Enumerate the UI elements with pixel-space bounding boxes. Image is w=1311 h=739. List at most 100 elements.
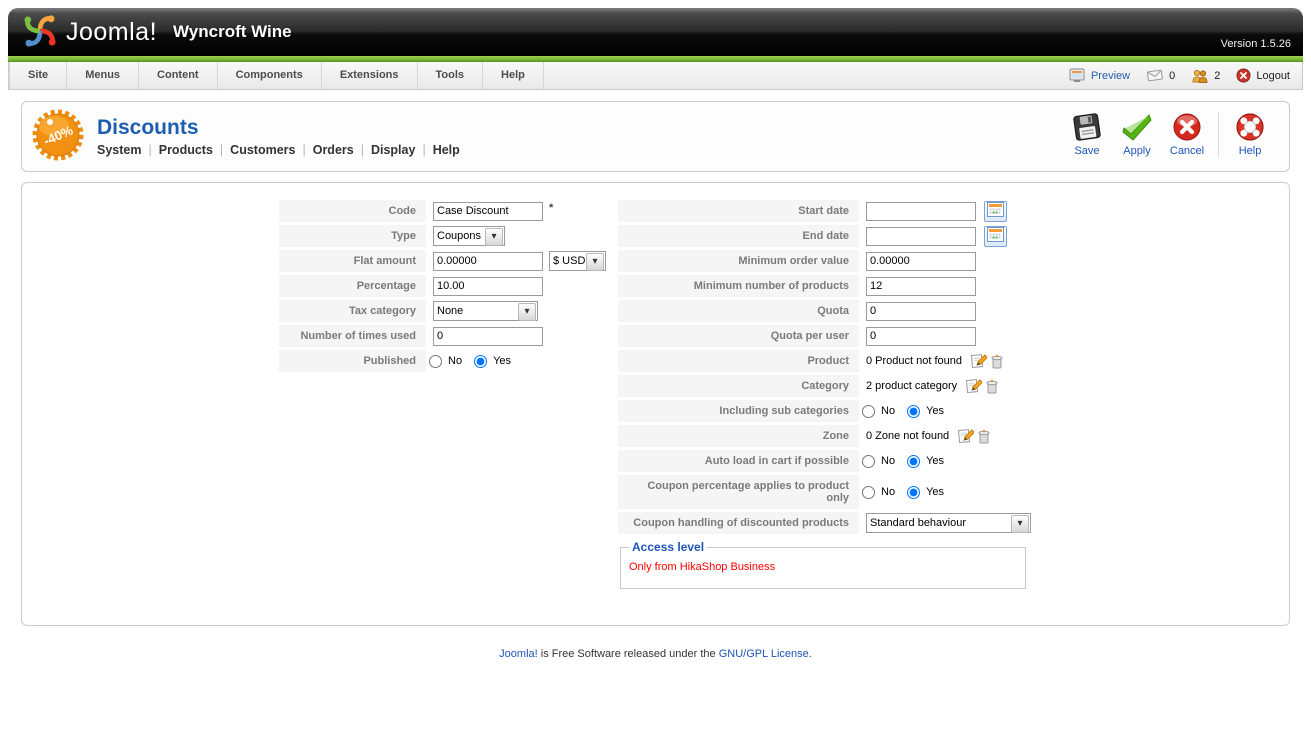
zone-delete-button[interactable] (978, 429, 990, 444)
menu-tools[interactable]: Tools (418, 62, 484, 89)
product-edit-button[interactable] (970, 353, 988, 369)
coupon-handling-select[interactable]: Standard behaviour (867, 514, 1030, 532)
percentage-input[interactable] (433, 276, 543, 296)
apply-check-icon (1112, 112, 1162, 142)
component-submenu: System | Products | Customers | Orders | Display… (97, 143, 460, 157)
coupon-percentage-no-label[interactable]: No (881, 486, 895, 498)
field-row-sub-categories: Including sub categories No Yes (618, 400, 1033, 422)
field-row-product: Product 0 Product not found (618, 350, 1033, 372)
end-date-calendar-button[interactable] (984, 225, 1007, 247)
code-input[interactable] (433, 201, 543, 221)
type-select[interactable]: Coupons (434, 227, 504, 245)
sub-categories-yes-label[interactable]: Yes (926, 405, 944, 417)
field-row-start-date: Start date (618, 200, 1033, 222)
gnu-gpl-link[interactable]: GNU/GPL License (719, 648, 809, 660)
field-row-zone: Zone 0 Zone not found (618, 425, 1033, 447)
times-used-input[interactable] (433, 326, 543, 346)
messages-indicator[interactable]: 0 (1146, 69, 1175, 82)
access-level-legend: Access level (632, 540, 705, 554)
submenu-display[interactable]: Display (371, 143, 415, 157)
menu-help[interactable]: Help (483, 62, 544, 89)
toolbar: Save Apply Cancel Help (1062, 109, 1279, 164)
quota-per-user-input[interactable] (866, 326, 976, 346)
logout-button[interactable]: Logout (1236, 68, 1290, 83)
online-users-indicator[interactable]: 2 (1191, 69, 1220, 83)
submenu-products[interactable]: Products (159, 143, 213, 157)
submenu-orders[interactable]: Orders (313, 143, 354, 157)
title-toolbar-box: -40% Discounts System | Products | Customers… (21, 101, 1290, 172)
field-row-percentage: Percentage (279, 275, 606, 297)
submenu-separator: | (219, 143, 224, 157)
coupon-percentage-yes-label[interactable]: Yes (926, 486, 944, 498)
end-date-label: End date (618, 225, 859, 247)
field-row-coupon-handling: Coupon handling of discounted products S… (618, 512, 1033, 534)
title-area: -40% Discounts System | Products | Customers… (32, 109, 460, 164)
help-lifering-icon (1225, 112, 1275, 142)
auto-load-no-label[interactable]: No (881, 455, 895, 467)
min-order-value-label: Minimum order value (618, 250, 859, 272)
product-delete-button[interactable] (991, 354, 1003, 369)
joomla-footer-link[interactable]: Joomla! (499, 648, 538, 660)
end-date-input[interactable] (866, 226, 976, 246)
min-order-value-input[interactable] (866, 251, 976, 271)
page-title: Discounts (97, 116, 199, 139)
field-row-end-date: End date (618, 225, 1033, 247)
category-value: 2 product category (866, 380, 958, 392)
published-yes-radio[interactable] (474, 354, 488, 368)
submenu-customers[interactable]: Customers (230, 143, 295, 157)
field-row-auto-load: Auto load in cart if possible No Yes (618, 450, 1033, 472)
discount-badge-icon: -40% (32, 109, 84, 164)
category-delete-button[interactable] (986, 379, 998, 394)
site-title: Wyncroft Wine (173, 22, 292, 41)
menu-site[interactable]: Site (9, 62, 68, 89)
zone-edit-button[interactable] (957, 428, 975, 444)
auto-load-yes-label[interactable]: Yes (926, 455, 944, 467)
auto-load-no-radio[interactable] (862, 454, 875, 468)
product-label: Product (618, 350, 859, 372)
menu-components[interactable]: Components (218, 62, 322, 89)
currency-select[interactable]: $ USD (550, 252, 605, 270)
flat-amount-input[interactable] (433, 251, 543, 271)
submenu-help[interactable]: Help (433, 143, 460, 157)
cancel-label: Cancel (1169, 145, 1205, 157)
quota-per-user-label: Quota per user (618, 325, 859, 347)
published-no-radio[interactable] (429, 354, 442, 368)
published-no-label[interactable]: No (448, 355, 462, 367)
admin-chrome: Joomla! Wyncroft Wine Version 1.5.26 Sit… (8, 8, 1303, 90)
sub-categories-yes-radio[interactable] (907, 404, 921, 418)
start-date-input[interactable] (866, 201, 976, 221)
coupon-percentage-yes-radio[interactable] (907, 485, 921, 499)
save-button[interactable]: Save (1062, 112, 1112, 157)
sub-categories-no-label[interactable]: No (881, 405, 895, 417)
field-row-category: Category 2 product category (618, 375, 1033, 397)
quota-input[interactable] (866, 301, 976, 321)
app-header: Joomla! Wyncroft Wine Version 1.5.26 (8, 8, 1303, 56)
tax-category-select[interactable]: None (434, 302, 537, 320)
joomla-wordmark: Joomla! (66, 17, 158, 46)
auto-load-yes-radio[interactable] (907, 454, 921, 468)
menu-content[interactable]: Content (139, 62, 218, 89)
footer: Joomla! is Free Software released under … (21, 648, 1290, 660)
published-yes-label[interactable]: Yes (493, 355, 511, 367)
apply-button[interactable]: Apply (1112, 112, 1162, 157)
zone-value: 0 Zone not found (866, 430, 950, 442)
cancel-button[interactable]: Cancel (1162, 112, 1212, 157)
submenu-separator: | (422, 143, 426, 157)
currency-select-wrap: $ USD (549, 251, 606, 271)
category-edit-button[interactable] (965, 378, 983, 394)
category-label: Category (618, 375, 859, 397)
menu-extensions[interactable]: Extensions (322, 62, 418, 89)
form-column-left: Code * Type Coupons Flat amount (279, 200, 606, 375)
sub-categories-no-radio[interactable] (862, 404, 875, 418)
start-date-calendar-button[interactable] (984, 200, 1007, 222)
menu-menus[interactable]: Menus (67, 62, 140, 89)
coupon-handling-label: Coupon handling of discounted products (618, 512, 859, 534)
field-row-coupon-percentage: Coupon percentage applies to product onl… (618, 475, 1033, 509)
apply-label: Apply (1123, 145, 1151, 157)
preview-link[interactable]: Preview (1069, 68, 1130, 83)
min-products-input[interactable] (866, 276, 976, 296)
main-menubar: Site Menus Content Components Extensions… (8, 62, 1303, 90)
submenu-system[interactable]: System (97, 143, 141, 157)
coupon-percentage-no-radio[interactable] (862, 485, 875, 499)
help-button[interactable]: Help (1225, 112, 1275, 157)
